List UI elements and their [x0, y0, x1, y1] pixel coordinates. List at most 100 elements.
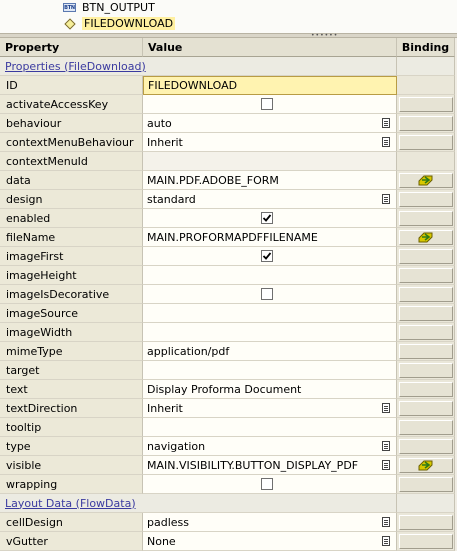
column-header-property[interactable]: Property	[0, 38, 143, 57]
column-header-binding[interactable]: Binding	[397, 38, 455, 57]
property-value-cell[interactable]: auto	[143, 114, 397, 133]
binding-button[interactable]	[398, 210, 453, 226]
property-row-contextMenuId: contextMenuId	[0, 152, 457, 171]
property-value-cell[interactable]: standard	[143, 190, 397, 209]
property-value-text: Inherit	[147, 135, 183, 149]
data-binding-icon	[418, 231, 434, 243]
property-name: imageFirst	[0, 247, 143, 266]
binding-button[interactable]	[398, 438, 453, 454]
property-name: type	[0, 437, 143, 456]
property-row-tooltip: tooltip	[0, 418, 457, 437]
column-header-value[interactable]: Value	[143, 38, 397, 57]
property-value-cell[interactable]	[143, 304, 397, 323]
property-row-type: type navigation	[0, 437, 457, 456]
property-value-text: FILEDOWNLOAD	[148, 79, 238, 92]
binding-button[interactable]	[398, 305, 453, 321]
property-value-cell[interactable]: Display Proforma Document	[143, 380, 397, 399]
property-value-cell[interactable]: MAIN.PDF.ADOBE_FORM	[143, 171, 397, 190]
value-help-icon[interactable]	[382, 137, 390, 147]
binding-cell	[397, 513, 455, 532]
value-help-icon[interactable]	[382, 403, 390, 413]
binding-button[interactable]	[398, 343, 453, 359]
binding-button[interactable]	[398, 267, 453, 283]
property-row-contextMenuBehaviour: contextMenuBehaviour Inherit	[0, 133, 457, 152]
property-value-cell[interactable]: MAIN.PROFORMAPDFFILENAME	[143, 228, 397, 247]
property-name: cellDesign	[0, 513, 143, 532]
binding-button[interactable]	[398, 419, 453, 435]
binding-button[interactable]	[398, 134, 453, 150]
property-value-cell[interactable]	[143, 266, 397, 285]
wrapping-checkbox[interactable]	[261, 478, 273, 490]
property-name: mimeType	[0, 342, 143, 361]
property-value-text: MAIN.VISIBILITY.BUTTON_DISPLAY_PDF	[147, 458, 359, 472]
imageIsDecorative-checkbox[interactable]	[261, 288, 273, 300]
property-value-cell[interactable]: None	[143, 532, 397, 551]
properties-grid: Property Value Binding Properties (FileD…	[0, 38, 457, 551]
value-help-icon[interactable]	[382, 118, 390, 128]
imageFirst-checkbox[interactable]	[261, 250, 273, 262]
binding-button[interactable]	[398, 400, 453, 416]
tree-node-label: BTN_OUTPUT	[82, 1, 155, 14]
binding-button[interactable]	[398, 286, 453, 302]
property-row-ID: ID FILEDOWNLOAD	[0, 76, 457, 95]
binding-button[interactable]	[398, 457, 453, 473]
property-row-fileName: fileName MAIN.PROFORMAPDFFILENAME	[0, 228, 457, 247]
binding-cell	[397, 152, 455, 171]
property-value-cell[interactable]	[143, 95, 397, 114]
binding-cell	[397, 285, 455, 304]
value-help-icon[interactable]	[382, 460, 390, 470]
property-value-cell[interactable]: application/pdf	[143, 342, 397, 361]
binding-button[interactable]	[398, 476, 453, 492]
section-title[interactable]: Layout Data (FlowData)	[0, 494, 397, 513]
binding-button[interactable]	[398, 324, 453, 340]
binding-button[interactable]	[398, 362, 453, 378]
binding-cell	[397, 133, 455, 152]
section-title[interactable]: Properties (FileDownload)	[0, 57, 397, 76]
property-value-cell[interactable]: Inherit	[143, 133, 397, 152]
binding-cell	[397, 361, 455, 380]
binding-cell	[397, 247, 455, 266]
property-row-vGutter: vGutter None	[0, 532, 457, 551]
property-value-cell[interactable]: FILEDOWNLOAD	[143, 76, 397, 95]
binding-button[interactable]	[398, 533, 453, 549]
property-value-cell[interactable]	[143, 152, 397, 171]
value-help-icon[interactable]	[382, 441, 390, 451]
binding-cell	[397, 228, 455, 247]
property-value-cell[interactable]	[143, 323, 397, 342]
property-name: target	[0, 361, 143, 380]
enabled-checkbox[interactable]	[261, 212, 273, 224]
property-value-cell[interactable]	[143, 209, 397, 228]
binding-button[interactable]	[398, 229, 453, 245]
property-value-cell[interactable]	[143, 418, 397, 437]
tree-node-btn-output[interactable]: BTN BTN_OUTPUT	[63, 0, 155, 15]
binding-button[interactable]	[398, 96, 453, 112]
binding-button[interactable]	[398, 381, 453, 397]
property-row-imageFirst: imageFirst	[0, 247, 457, 266]
property-name: design	[0, 190, 143, 209]
value-help-icon[interactable]	[382, 194, 390, 204]
property-value-text: padless	[147, 515, 189, 529]
property-value-cell[interactable]	[143, 361, 397, 380]
binding-button[interactable]	[398, 514, 453, 530]
binding-cell	[397, 190, 455, 209]
property-value-cell[interactable]	[143, 285, 397, 304]
property-value-cell[interactable]: Inherit	[143, 399, 397, 418]
section-binding-cell	[397, 494, 455, 513]
value-help-icon[interactable]	[382, 517, 390, 527]
data-binding-icon	[418, 174, 434, 186]
tree-node-filedownload[interactable]: FILEDOWNLOAD	[63, 16, 176, 31]
binding-button[interactable]	[398, 115, 453, 131]
value-help-icon[interactable]	[382, 536, 390, 546]
property-value-cell[interactable]: padless	[143, 513, 397, 532]
binding-button[interactable]	[398, 172, 453, 188]
binding-button[interactable]	[398, 191, 453, 207]
property-value-cell[interactable]: navigation	[143, 437, 397, 456]
binding-button[interactable]	[398, 248, 453, 264]
property-row-target: target	[0, 361, 457, 380]
property-name: text	[0, 380, 143, 399]
activateAccessKey-checkbox[interactable]	[261, 98, 273, 110]
property-value-cell[interactable]: MAIN.VISIBILITY.BUTTON_DISPLAY_PDF	[143, 456, 397, 475]
property-name: fileName	[0, 228, 143, 247]
property-value-cell[interactable]	[143, 475, 397, 494]
property-value-cell[interactable]	[143, 247, 397, 266]
